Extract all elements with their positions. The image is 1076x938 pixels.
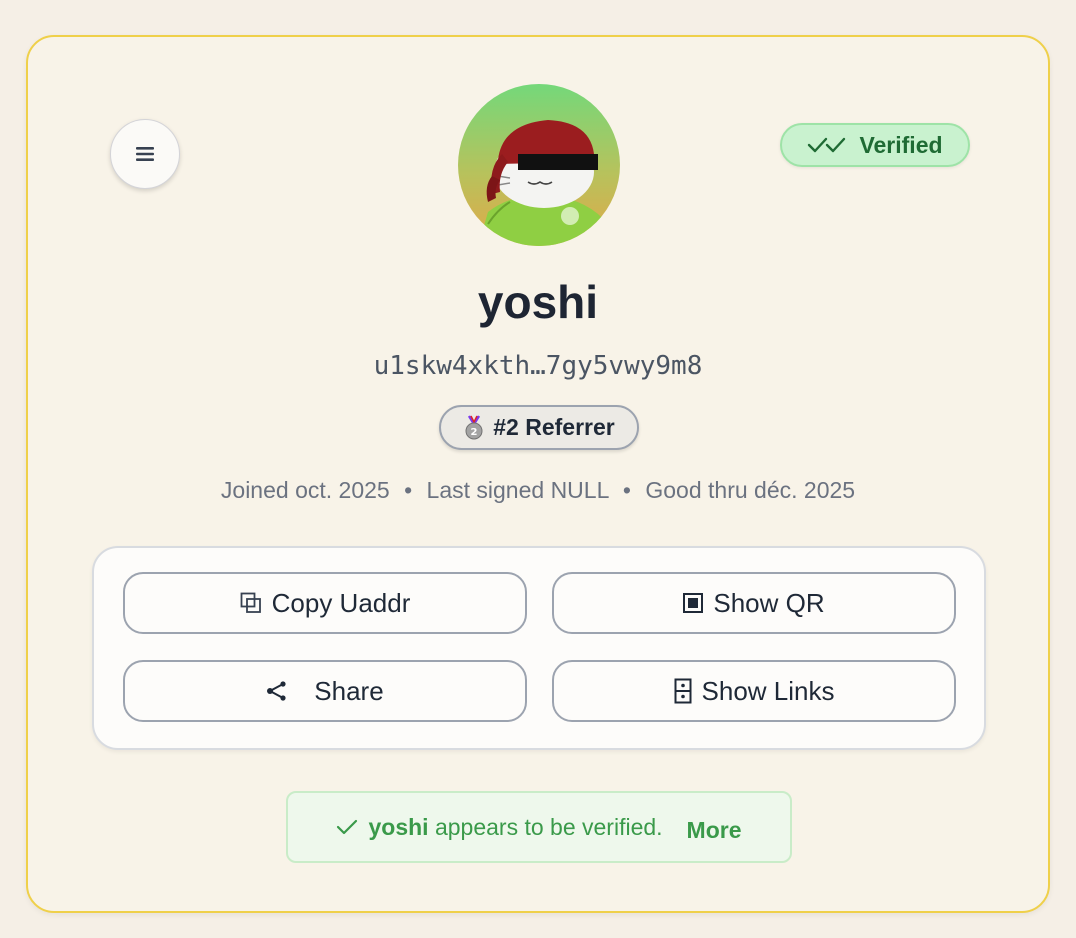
notice-username: yoshi [368, 813, 429, 840]
show-links-label: Show Links [701, 675, 835, 706]
actions-panel: Copy Uaddr Show QR Share Show Links [92, 546, 986, 750]
profile-avatar [458, 84, 620, 246]
show-qr-button[interactable]: Show QR [552, 572, 956, 634]
separator: • [622, 477, 631, 503]
show-links-button[interactable]: Show Links [552, 660, 956, 722]
joined-date: Joined oct. 2025 [220, 477, 390, 503]
more-link[interactable]: More [687, 817, 742, 844]
links-icon [674, 678, 692, 704]
menu-button[interactable] [110, 119, 180, 189]
silver-medal-icon: 2 [465, 414, 483, 439]
verified-badge: Verified [780, 123, 970, 167]
profile-card: Verified yoshi u1skw4xkth…7gy5vwy9m8 2 #… [26, 35, 1050, 913]
membership-info: Joined oct. 2025 • Last signed NULL • Go… [28, 477, 1048, 504]
svg-text:2: 2 [471, 427, 478, 438]
separator: • [404, 477, 413, 503]
last-signed: Last signed NULL [426, 477, 609, 503]
qr-square-icon [683, 593, 704, 613]
check-icon [337, 819, 358, 835]
show-qr-label: Show QR [713, 587, 825, 618]
referrer-badge: 2 #2 Referrer [439, 405, 639, 450]
share-icon [266, 681, 288, 701]
share-label: Share [314, 675, 384, 706]
notice-text: appears to be verified. [434, 813, 663, 840]
verification-notice: yoshi appears to be verified. More [286, 791, 792, 863]
copy-icon [240, 592, 262, 614]
share-button[interactable]: Share [123, 660, 527, 722]
double-check-icon [808, 137, 846, 153]
good-thru-date: Good thru déc. 2025 [645, 477, 856, 503]
verified-label: Verified [859, 131, 943, 158]
referrer-label: #2 Referrer [493, 414, 615, 440]
username: yoshi [477, 276, 599, 328]
uaddr-text: u1skw4xkth…7gy5vwy9m8 [373, 351, 703, 381]
hamburger-menu-icon [136, 147, 154, 161]
copy-uaddr-button[interactable]: Copy Uaddr [123, 572, 527, 634]
copy-uaddr-label: Copy Uaddr [271, 587, 411, 618]
